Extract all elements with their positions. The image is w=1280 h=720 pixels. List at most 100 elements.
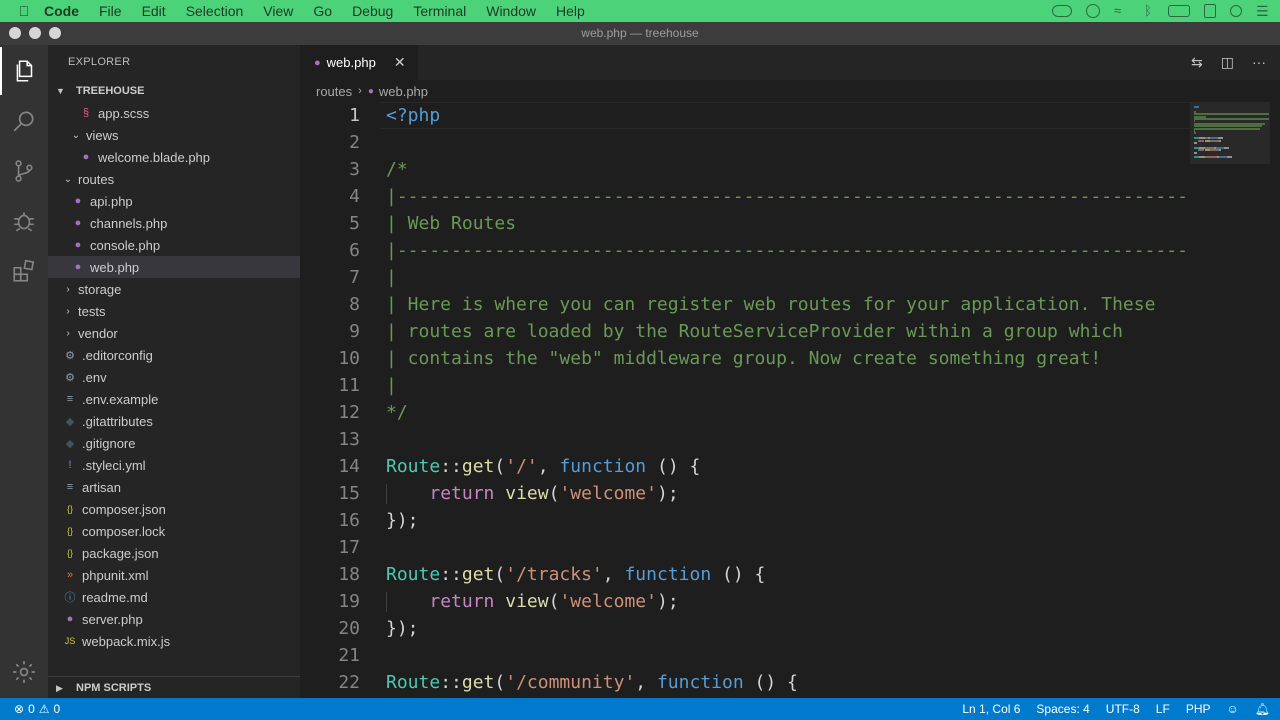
- npm-scripts-section-header[interactable]: ▶ NPM SCRIPTS: [48, 676, 300, 698]
- file-item[interactable]: ! .styleci.yml: [48, 454, 300, 476]
- problems-indicator[interactable]: ⊗ 0 ⚠ 0: [0, 702, 60, 716]
- json-icon: {}: [66, 548, 73, 558]
- explorer-icon[interactable]: [0, 47, 48, 95]
- php-icon: ●: [74, 239, 82, 251]
- menu-window[interactable]: Window: [476, 3, 546, 19]
- file-item[interactable]: ● server.php: [48, 608, 300, 630]
- file-item[interactable]: {} package.json: [48, 542, 300, 564]
- menu-app-name[interactable]: Code: [30, 3, 89, 19]
- file-item[interactable]: ● welcome.blade.php: [48, 146, 300, 168]
- sync-icon[interactable]: [1086, 4, 1100, 18]
- toggle-icon[interactable]: [1052, 5, 1072, 17]
- file-item[interactable]: ● api.php: [48, 190, 300, 212]
- line-text: |---------------------------------------…: [386, 183, 1190, 210]
- line-number: 14: [338, 456, 360, 477]
- info-icon: ⓘ: [64, 592, 76, 604]
- code-line: 9 | routes are loaded by the RouteService…: [300, 318, 1190, 345]
- menu-go[interactable]: Go: [303, 3, 342, 19]
- file-item[interactable]: ⓘ readme.md: [48, 586, 300, 608]
- file-item[interactable]: JS webpack.mix.js: [48, 630, 300, 652]
- file-item[interactable]: ⚙ .env: [48, 366, 300, 388]
- indentation[interactable]: Spaces: 4: [1036, 702, 1089, 716]
- code-token: function: [559, 456, 647, 477]
- file-item[interactable]: » phpunit.xml: [48, 564, 300, 586]
- end-of-line[interactable]: LF: [1156, 702, 1170, 716]
- close-icon[interactable]: ✕: [394, 54, 406, 71]
- code-token: (: [494, 672, 506, 693]
- file-item[interactable]: {} composer.lock: [48, 520, 300, 542]
- language-mode[interactable]: PHP: [1186, 702, 1211, 716]
- code-token: | contains the "web" middleware group. N…: [386, 348, 1102, 369]
- open-changes-icon[interactable]: ⇆: [1191, 54, 1203, 71]
- explorer-sidebar: EXPLORER ▼ TREEHOUSE § app.scss ⌄ views ● wel…: [48, 45, 300, 698]
- breadcrumb-file[interactable]: web.php: [379, 84, 428, 99]
- debug-icon[interactable]: [0, 197, 48, 245]
- minimap-slider[interactable]: [1190, 102, 1270, 164]
- file-tree: § app.scss ⌄ views ● welcome.blade.php ⌄ routes…: [48, 102, 300, 652]
- file-item[interactable]: ● channels.php: [48, 212, 300, 234]
- tree-item-label: .env.example: [82, 391, 159, 407]
- file-item[interactable]: ≡ artisan: [48, 476, 300, 498]
- file-item[interactable]: ● console.php: [48, 234, 300, 256]
- line-number: 21: [338, 645, 360, 666]
- npm-scripts-label: NPM SCRIPTS: [76, 681, 152, 694]
- airplay-icon[interactable]: [1204, 4, 1216, 18]
- file-item[interactable]: ● web.php: [48, 256, 300, 278]
- spotlight-search-icon[interactable]: [1230, 5, 1242, 17]
- folder-item[interactable]: › storage: [48, 278, 300, 300]
- file-item[interactable]: {} composer.json: [48, 498, 300, 520]
- menu-selection[interactable]: Selection: [176, 3, 254, 19]
- code-editor[interactable]: 1 <?php 2 3 /* 4 |----------------------------…: [300, 102, 1190, 698]
- workspace-section-header[interactable]: ▼ TREEHOUSE: [48, 80, 300, 102]
- tree-item-label: .editorconfig: [82, 347, 153, 363]
- code-token: |---------------------------------------…: [386, 240, 1190, 261]
- tab-web-php[interactable]: ● web.php ✕: [300, 45, 418, 80]
- menu-help[interactable]: Help: [546, 3, 595, 19]
- code-line: 7 |: [300, 264, 1190, 291]
- tree-item-label: storage: [78, 281, 122, 297]
- notifications-icon[interactable]: 🔔︎: [1255, 702, 1270, 716]
- folder-item[interactable]: ⌄ routes: [48, 168, 300, 190]
- manage-gear-icon[interactable]: [0, 648, 48, 696]
- code-line: 2: [300, 129, 1190, 156]
- breadcrumb-routes[interactable]: routes: [316, 84, 352, 99]
- apple-icon[interactable]: : [0, 3, 30, 19]
- bluetooth-icon[interactable]: ᛒ: [1144, 4, 1154, 17]
- minimap-token: [1194, 106, 1199, 108]
- menu-view[interactable]: View: [253, 3, 303, 19]
- file-item[interactable]: § app.scss: [48, 102, 300, 124]
- tree-item-label: webpack.mix.js: [82, 633, 171, 649]
- editor-actions: ⇆ ◫ ···: [1191, 54, 1266, 71]
- cursor-position[interactable]: Ln 1, Col 6: [962, 702, 1020, 716]
- source-control-icon[interactable]: [0, 147, 48, 195]
- battery-icon[interactable]: [1168, 5, 1190, 17]
- wifi-icon[interactable]: ≈: [1114, 4, 1130, 17]
- tree-item-label: routes: [78, 171, 115, 187]
- menu-terminal[interactable]: Terminal: [403, 3, 476, 19]
- minimap-token: [1198, 139, 1204, 142]
- file-item[interactable]: ≡ .env.example: [48, 388, 300, 410]
- more-actions-icon[interactable]: ···: [1252, 54, 1266, 71]
- code-token: function: [656, 672, 744, 693]
- file-item[interactable]: ◆ .gitattributes: [48, 410, 300, 432]
- tree-item-label: channels.php: [90, 215, 168, 231]
- tree-item-label: artisan: [82, 479, 122, 495]
- menu-file[interactable]: File: [89, 3, 132, 19]
- line-number: 11: [338, 375, 360, 396]
- feedback-icon[interactable]: ☺: [1227, 702, 1239, 716]
- code-token: |: [386, 267, 397, 288]
- folder-item[interactable]: › tests: [48, 300, 300, 322]
- file-item[interactable]: ⚙ .editorconfig: [48, 344, 300, 366]
- folder-item[interactable]: ⌄ views: [48, 124, 300, 146]
- encoding[interactable]: UTF-8: [1106, 702, 1140, 716]
- tree-item-label: .env: [82, 369, 107, 385]
- file-item[interactable]: ◆ .gitignore: [48, 432, 300, 454]
- minimap[interactable]: [1190, 102, 1280, 698]
- split-editor-icon[interactable]: ◫: [1221, 54, 1234, 71]
- menu-debug[interactable]: Debug: [342, 3, 403, 19]
- control-center-icon[interactable]: ☰: [1256, 4, 1272, 18]
- extensions-icon[interactable]: [0, 247, 48, 295]
- menu-edit[interactable]: Edit: [132, 3, 176, 19]
- search-icon[interactable]: [0, 97, 48, 145]
- folder-item[interactable]: › vendor: [48, 322, 300, 344]
